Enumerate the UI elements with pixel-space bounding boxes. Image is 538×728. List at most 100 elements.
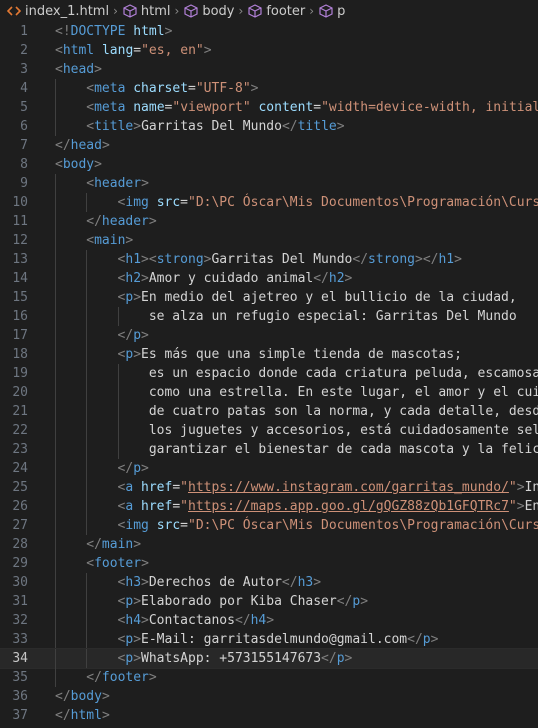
indent-guide — [86, 402, 88, 421]
code-line[interactable]: 26 <a href="https://maps.app.goo.gl/gQGZ8… — [0, 497, 538, 516]
code-token: href — [141, 499, 173, 514]
code-token: se alza un refugio especial: Garritas De… — [148, 309, 517, 324]
code-editor[interactable]: 1 <!DOCTYPE html> 2 <html lang="es, en"> 3 <h… — [0, 22, 538, 725]
code-line[interactable]: 20 como una estrella. En este lugar, el a… — [0, 383, 538, 402]
code-text: </body> — [55, 687, 110, 706]
code-line[interactable]: 32 <h4>Contactanos</h4> — [0, 611, 538, 630]
code-token: < — [86, 233, 95, 248]
code-line[interactable]: 33 <p>E-Mail: garritasdelmundo@gmail.com<… — [0, 630, 538, 649]
code-text: <h1><strong>Garritas Del Mundo</strong><… — [118, 250, 462, 269]
code-token: < — [86, 176, 95, 191]
code-token: > — [430, 632, 439, 647]
url-link[interactable]: https://maps.app.goo.gl/gQGZ88zQb1GFQTRc… — [188, 499, 509, 514]
breadcrumb-item[interactable]: body — [183, 3, 235, 19]
code-token: < — [86, 81, 95, 96]
element-cube-icon — [122, 3, 138, 19]
code-token: Enc — [524, 499, 538, 514]
code-token: = — [180, 195, 188, 210]
code-line[interactable]: 34 <p>WhatsApp: +573155147673</p> — [0, 648, 538, 669]
code-text: <a href="https://maps.app.goo.gl/gQGZ88z… — [118, 497, 538, 516]
code-token: Contactanos — [148, 613, 235, 628]
code-text: garantizar el bienestar de cada mascota … — [149, 440, 538, 459]
indent-guide — [86, 364, 88, 383]
code-line[interactable]: 21 de cuatro patas son la norma, y cada d… — [0, 402, 538, 421]
code-line[interactable]: 23 garantizar el bienestar de cada mascot… — [0, 440, 538, 459]
code-line[interactable]: 2 <html lang="es, en"> — [0, 41, 538, 60]
code-token: </ — [55, 138, 71, 153]
indent-guide — [86, 440, 88, 459]
code-text: </html> — [55, 706, 110, 725]
code-token: = — [180, 518, 188, 533]
code-line[interactable]: 29 <footer> — [0, 554, 538, 573]
line-number: 36 — [12, 689, 28, 704]
code-line[interactable]: 31 <p>Elaborado por Kiba Chaser</p> — [0, 592, 538, 611]
code-token: h1 — [125, 252, 142, 267]
line-number: 25 — [12, 480, 28, 495]
code-line[interactable]: 18 <p>Es más que una simple tienda de mas… — [0, 345, 538, 364]
breadcrumb-item[interactable]: p — [318, 3, 345, 19]
code-token: </ — [281, 575, 298, 590]
line-number: 19 — [12, 366, 28, 381]
code-token: > — [94, 62, 102, 77]
code-token: href — [141, 480, 173, 495]
code-token: > — [141, 575, 149, 590]
indent-guide — [55, 307, 56, 326]
url-link[interactable]: https://www.instagram.com/garritas_mundo… — [188, 480, 509, 495]
code-line[interactable]: 15 <p>En medio del ajetreo y el bullicio … — [0, 288, 538, 307]
code-line[interactable]: 19 es un espacio donde cada criatura pelu… — [0, 364, 538, 383]
indent-guide — [55, 345, 56, 364]
code-line[interactable]: 35 </footer> — [0, 668, 538, 687]
indent-guide — [55, 554, 56, 573]
indent-guide — [55, 402, 56, 421]
indent-guide — [86, 326, 88, 345]
code-token: </ — [55, 708, 71, 723]
code-line[interactable]: 13 <h1><strong>Garritas Del Mundo</strong… — [0, 250, 538, 269]
code-line[interactable]: 7 </head> — [0, 136, 538, 155]
indent-guide — [55, 611, 56, 630]
line-number: 26 — [12, 499, 28, 514]
code-text: <main> — [86, 231, 133, 250]
code-line[interactable]: 8 <body> — [0, 155, 538, 174]
code-line[interactable]: 27 <img src="D:\PC Óscar\Mis Documentos\P… — [0, 516, 538, 535]
line-number: 1 — [20, 24, 28, 39]
code-line[interactable]: 10 <img src="D:\PC Óscar\Mis Documentos\P… — [0, 193, 538, 212]
code-line[interactable]: 37 </html> — [0, 706, 538, 725]
code-token: > — [203, 43, 212, 58]
breadcrumb-label: html — [140, 3, 171, 19]
line-number: 34 — [12, 651, 28, 666]
indent-guide — [55, 592, 56, 611]
indent-guide — [55, 212, 56, 231]
code-text: </p> — [118, 459, 149, 478]
code-line[interactable]: 1 <!DOCTYPE html> — [0, 22, 538, 41]
code-line[interactable]: 12 <main> — [0, 231, 538, 250]
code-text: <meta charset="UTF-8"> — [86, 79, 258, 98]
code-line[interactable]: 3 <head> — [0, 60, 538, 79]
code-line[interactable]: 5 <meta name="viewport" content="width=de… — [0, 98, 538, 117]
code-line[interactable]: 14 <h2>Amor y cuidado animal</h2> — [0, 269, 538, 288]
code-token: title — [297, 119, 337, 134]
code-token: lang — [101, 43, 134, 58]
code-line[interactable]: 17 </p> — [0, 326, 538, 345]
code-token: = — [313, 100, 322, 115]
code-token: h3 — [125, 575, 142, 590]
code-line[interactable]: 25 <a href="https://www.instagram.com/gar… — [0, 478, 538, 497]
breadcrumb-item[interactable]: html — [122, 3, 171, 19]
code-line[interactable]: 6 <title>Garritas Del Mundo</title> — [0, 117, 538, 136]
indent-guide — [55, 668, 56, 687]
code-token: " — [508, 499, 517, 514]
breadcrumb-item[interactable]: footer — [247, 3, 305, 19]
line-number: 21 — [12, 404, 28, 419]
code-line[interactable]: 28 </main> — [0, 535, 538, 554]
code-line[interactable]: 11 </header> — [0, 212, 538, 231]
code-token: E-Mail: garritasdelmundo@gmail.com — [141, 632, 408, 647]
code-token: "UTF-8" — [195, 81, 251, 96]
code-line[interactable]: 30 <h3>Derechos de Autor</h3> — [0, 573, 538, 592]
code-line[interactable]: 36 </body> — [0, 687, 538, 706]
code-line[interactable]: 24 </p> — [0, 459, 538, 478]
code-line[interactable]: 4 <meta charset="UTF-8"> — [0, 79, 538, 98]
breadcrumb-item[interactable]: index_1.html — [6, 3, 109, 19]
code-line[interactable]: 22 los juguetes y accesorios, está cuidad… — [0, 421, 538, 440]
code-line[interactable]: 9 <header> — [0, 174, 538, 193]
code-line[interactable]: 16 se alza un refugio especial: Garritas … — [0, 307, 538, 326]
